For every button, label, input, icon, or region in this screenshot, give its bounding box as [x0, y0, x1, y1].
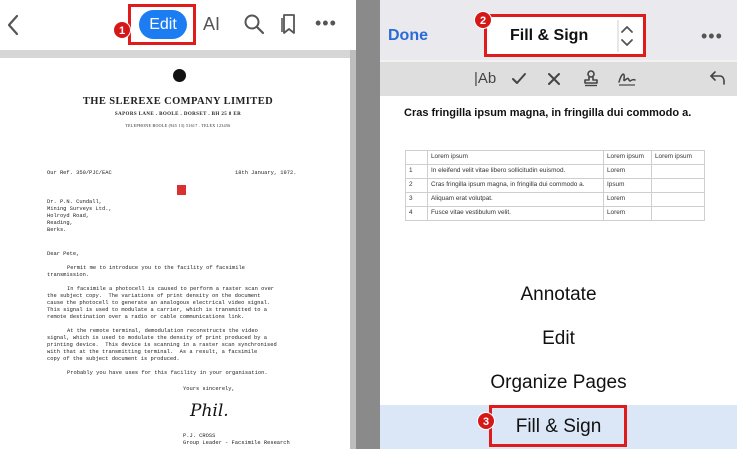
body-line: printing device. This device is scanning… [47, 342, 277, 348]
body-line: This signal is used to modulate a carrie… [47, 307, 267, 313]
table-cell: 2 [405, 178, 428, 193]
screenshot-stage: Edit 1 AI ••• THE SLEREXE COMPANY LIMITE… [0, 0, 737, 449]
menu-item-annotate[interactable]: Annotate [380, 273, 737, 317]
table-cell: 1 [405, 164, 428, 179]
table-cell: In eleifend velit vitae libero sollicitu… [427, 164, 604, 179]
checkmark-icon[interactable] [511, 71, 527, 87]
our-reference: Our Ref. 350/PJC/EAC [47, 170, 112, 176]
step-badge-2: 2 [474, 11, 492, 29]
table-cell: Lorem [603, 164, 652, 179]
back-chevron-icon[interactable] [4, 12, 22, 38]
table-cell: Lorem ipsum [651, 150, 705, 165]
undo-icon[interactable] [707, 69, 727, 87]
recipient-line: Dr. P.N. Cundall, [47, 199, 102, 205]
recipient-line: Berks. [47, 227, 67, 233]
table-cell: Lorem [603, 192, 652, 207]
mode-highlight-box [484, 14, 646, 57]
red-stamp-icon [177, 185, 186, 195]
body-line: At the remote terminal, demodulation rec… [67, 328, 258, 334]
body-line: with that at the transmitting terminal. … [47, 349, 258, 355]
table-row: 2 Cras fringilla ipsum magna, in fringil… [405, 178, 705, 193]
menu-item-edit[interactable]: Edit [380, 317, 737, 361]
letter-date: 18th January, 1972. [235, 170, 297, 176]
table-cell: Lorem [603, 206, 652, 221]
table-row: 1 In eleifend velit vitae libero sollici… [405, 164, 705, 179]
menu-item-organize-pages[interactable]: Organize Pages [380, 361, 737, 405]
table-cell [651, 206, 705, 221]
body-line: signal, which is used to modulate the de… [47, 335, 267, 341]
document-heading: Cras fringilla ipsum magna, in fringilla… [404, 107, 692, 119]
signer-name: P.J. CROSS [183, 433, 216, 439]
document-page: Cras fringilla ipsum magna, in fringilla… [380, 96, 737, 256]
mode-menu-sheet: Annotate Edit Organize Pages Fill & Sign… [380, 243, 737, 449]
table-row: 3 Aliquam erat volutpat. Lorem [405, 192, 705, 207]
recipient-line: Reading, [47, 220, 73, 226]
recipient-line: Holroyd Road, [47, 213, 90, 219]
left-toolbar: Edit 1 AI ••• [0, 0, 356, 50]
ai-button[interactable]: AI [203, 14, 220, 35]
table-cell [651, 178, 705, 193]
document-page: THE SLEREXE COMPANY LIMITED SAPORS LANE … [6, 58, 350, 449]
table-cell [651, 192, 705, 207]
closing: Yours sincerely, [183, 386, 235, 392]
page-gutter [0, 50, 356, 58]
done-button[interactable]: Done [388, 27, 428, 45]
recipient-line: Mining Surveys Ltd., [47, 206, 112, 212]
body-line: In facsimile a photocell is caused to pe… [67, 286, 275, 292]
table-cell: Cras fringilla ipsum magna, in fringilla… [427, 178, 604, 193]
cross-icon[interactable] [546, 71, 562, 87]
company-telephone: TELEPHONE BOOLE (945 13) 51617 . TELEX 1… [125, 123, 231, 128]
signature-icon[interactable] [617, 69, 637, 87]
fill-sign-toolbar: |Ab [380, 62, 737, 96]
more-options-icon[interactable]: ••• [701, 26, 723, 47]
body-line: Permit me to introduce you to the facili… [67, 265, 245, 271]
table-cell: Lorem ipsum [427, 150, 604, 165]
table-cell: Aliquam erat volutpat. [427, 192, 604, 207]
left-app-panel: Edit 1 AI ••• THE SLEREXE COMPANY LIMITE… [0, 0, 356, 449]
body-line: cause the photocell to generate an analo… [47, 300, 271, 306]
bookmarks-icon[interactable] [277, 12, 301, 36]
table-cell [405, 150, 428, 165]
fill-sign-highlight-box [489, 405, 627, 447]
signer-title: Group Leader - Facsimile Research [183, 440, 290, 446]
table-row: 4 Fusce vitae vestibulum velit. Lorem [405, 206, 705, 221]
table-cell: Fusce vitae vestibulum velit. [427, 206, 604, 221]
body-line: Probably you have uses for this facility… [67, 370, 268, 376]
more-options-icon[interactable]: ••• [315, 13, 337, 34]
company-logo-icon [173, 69, 186, 82]
stamp-icon[interactable] [582, 69, 600, 87]
body-line: the subject copy. The variations of prin… [47, 293, 261, 299]
step-badge-3: 3 [477, 412, 495, 430]
company-name: THE SLEREXE COMPANY LIMITED [82, 96, 274, 107]
body-line: transmission. [47, 272, 90, 278]
search-icon[interactable] [242, 12, 266, 36]
table-cell: 3 [405, 192, 428, 207]
signature: Phil. [190, 401, 229, 421]
company-address: SAPORS LANE . BOOLE . DORSET . BH 25 8 E… [114, 112, 242, 117]
text-tool-button[interactable]: |Ab [474, 70, 496, 87]
right-app-panel: Done Fill & Sign 2 ••• |Ab Cras fringill… [380, 0, 737, 449]
table-row: Lorem ipsum Lorem ipsum Lorem ipsum [405, 150, 705, 165]
body-line: remote destination over a radio or cable… [47, 314, 245, 320]
table-cell: Ipsum [603, 178, 652, 193]
table-cell [651, 164, 705, 179]
page-edge-shadow [350, 50, 356, 449]
body-line: copy of the subject document is produced… [47, 356, 180, 362]
salutation: Dear Pete, [47, 251, 80, 257]
step-badge-1: 1 [113, 21, 131, 39]
table-cell: 4 [405, 206, 428, 221]
document-table: Lorem ipsum Lorem ipsum Lorem ipsum 1 In… [405, 150, 705, 221]
edit-highlight-box [128, 4, 196, 45]
right-header: Done Fill & Sign 2 ••• [380, 0, 737, 60]
table-cell: Lorem ipsum [603, 150, 652, 165]
